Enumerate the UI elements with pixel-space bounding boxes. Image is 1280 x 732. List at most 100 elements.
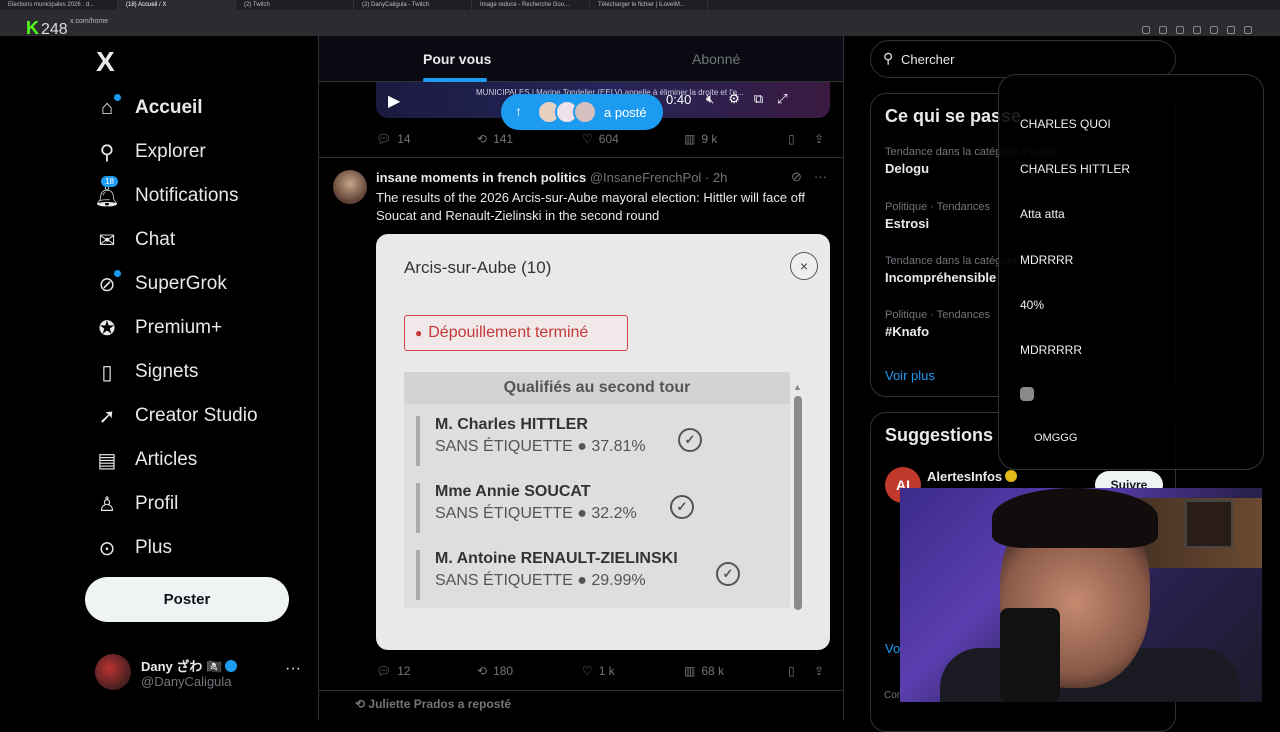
nav-label: Creator Studio bbox=[135, 405, 258, 426]
browser-tab[interactable]: (2) DanyCaligula - Twitch bbox=[354, 0, 472, 10]
account-handle: @DanyCaligula bbox=[141, 674, 232, 689]
webcam-background bbox=[1185, 500, 1233, 548]
card-title: Arcis-sur-Aube (10) bbox=[404, 258, 552, 277]
nav-item-plus[interactable]: ⊙ Plus bbox=[95, 526, 315, 570]
nav-label: Notifications bbox=[135, 185, 239, 206]
check-icon: ✓ bbox=[678, 428, 702, 452]
grok-icon[interactable]: ⊘ bbox=[791, 169, 802, 185]
extension-icon[interactable] bbox=[1210, 26, 1218, 34]
scroll-up-icon[interactable]: ▲ bbox=[793, 382, 802, 392]
nav-label: Premium+ bbox=[135, 317, 223, 338]
browser-tab[interactable]: (2) Twitch bbox=[236, 0, 354, 10]
nav-item-chat[interactable]: ✉ Chat bbox=[95, 218, 315, 262]
like-button[interactable]: ♡ 1 k bbox=[582, 664, 615, 678]
star-icon[interactable] bbox=[1176, 26, 1184, 34]
share-icon[interactable]: ⇪ bbox=[814, 664, 824, 678]
new-posts-pill[interactable]: ↑ a posté bbox=[501, 94, 663, 130]
nav-item-accueil[interactable]: ⌂ Accueil bbox=[95, 86, 315, 130]
fullscreen-icon[interactable]: ⤢ bbox=[777, 91, 787, 107]
retweet-button[interactable]: ⟲ 141 bbox=[477, 132, 513, 146]
nav-item-premium[interactable]: ✪ Premium+ bbox=[95, 306, 315, 350]
browser-tab[interactable]: Télécharger le fichier | iLoveIM... bbox=[590, 0, 708, 10]
browser-tab-active[interactable]: (18) Accueil / X bbox=[118, 0, 236, 10]
browser-tab[interactable]: Elections municipales 2026 : d... bbox=[0, 0, 118, 10]
browser-urlbar: x.com/home bbox=[0, 10, 1280, 36]
suggestion-name[interactable]: AlertesInfos bbox=[927, 469, 1018, 484]
address-bar[interactable]: x.com/home bbox=[70, 18, 108, 25]
reply-button[interactable]: 💬︎ 12 bbox=[376, 664, 411, 678]
like-button[interactable]: ♡ 604 bbox=[582, 132, 619, 146]
nav-item-notifications[interactable]: 🔔︎ 18 Notifications bbox=[94, 174, 315, 218]
tab-abonne[interactable]: Abonné bbox=[692, 51, 740, 67]
reply-count: 14 bbox=[397, 132, 411, 146]
avatar bbox=[95, 654, 131, 690]
more-icon[interactable]: ··· bbox=[814, 169, 827, 185]
mute-icon[interactable]: 🔇︎ bbox=[706, 91, 714, 107]
browser-tab[interactable]: Image reduce - Recherche Goo... bbox=[472, 0, 590, 10]
divider bbox=[319, 690, 843, 691]
extension-icon[interactable] bbox=[1142, 26, 1150, 34]
search-icon: ⚲ bbox=[883, 50, 894, 66]
tweet-time[interactable]: · 2h bbox=[705, 170, 727, 185]
status-label: Dépouillement terminé bbox=[428, 324, 589, 341]
extension-icon[interactable] bbox=[1193, 26, 1201, 34]
chat-message: MDRRRRR bbox=[1020, 343, 1082, 357]
candidate-row: Mme Annie SOUCAT SANS ÉTIQUETTE ● 32.2% … bbox=[416, 483, 756, 533]
browser-toolbar-icons bbox=[1142, 26, 1252, 34]
verified-badge-icon bbox=[1005, 470, 1018, 482]
candidate-row: M. Charles HITTLER SANS ÉTIQUETTE ● 37.8… bbox=[416, 416, 756, 466]
retweet-button[interactable]: ⟲ 180 bbox=[477, 664, 513, 678]
chat-message: CHARLES HITTLER bbox=[1020, 162, 1131, 176]
share-icon[interactable]: ⇪ bbox=[814, 132, 824, 146]
nav-item-profil[interactable]: ♙ Profil bbox=[95, 482, 315, 526]
tweet-author-handle[interactable]: @InsaneFrenchPol bbox=[590, 170, 701, 185]
extension-icon[interactable] bbox=[1159, 26, 1167, 34]
like-count: 604 bbox=[598, 132, 619, 146]
kick-logo: K bbox=[26, 18, 39, 38]
views-button[interactable]: ▥ 9 k bbox=[684, 132, 717, 146]
nav-label: Accueil bbox=[135, 97, 203, 118]
settings-icon[interactable]: ⚙ bbox=[728, 91, 740, 107]
reply-button[interactable]: 💬︎ 14 bbox=[376, 132, 411, 146]
tab-pour-vous[interactable]: Pour vous bbox=[423, 51, 491, 67]
nav-item-explorer[interactable]: ⚲ Explorer bbox=[95, 130, 315, 174]
search-input[interactable]: ⚲ Chercher bbox=[870, 40, 1176, 78]
tweet-top-actions: ⊘ ··· bbox=[791, 169, 827, 185]
tweet-actions: 💬︎ 12 ⟲ 180 ♡ 1 k ▥ 68 k ▯ ⇪ bbox=[376, 662, 830, 682]
nav-item-signets[interactable]: ▯ Signets bbox=[95, 350, 315, 394]
rocket-icon: ➚ bbox=[98, 405, 116, 428]
chat-message: MDRRRR bbox=[1020, 253, 1074, 267]
nav-label: Signets bbox=[135, 361, 199, 382]
more-icon[interactable]: ··· bbox=[285, 660, 301, 678]
nav-label: SuperGrok bbox=[135, 273, 227, 294]
bookmark-icon[interactable]: ▯ bbox=[788, 664, 795, 678]
results-title: Qualifiés au second tour bbox=[404, 372, 790, 404]
chat-message: OMGGG bbox=[1034, 432, 1078, 444]
extension-icon[interactable] bbox=[1227, 26, 1235, 34]
viewer-count: 248 bbox=[41, 21, 68, 38]
retweet-icon: ⟲ bbox=[355, 697, 369, 711]
nav-label: Explorer bbox=[135, 141, 206, 162]
account-switcher[interactable]: Dany ざわ 🏴‍☠️ @DanyCaligula ··· bbox=[95, 654, 305, 694]
scroll-thumb[interactable] bbox=[794, 396, 802, 610]
trends-see-more-link[interactable]: Voir plus bbox=[885, 368, 935, 383]
nav-item-creator-studio[interactable]: ➚ Creator Studio bbox=[95, 394, 315, 438]
arrow-up-icon: ↑ bbox=[515, 103, 522, 119]
menu-icon[interactable] bbox=[1244, 26, 1252, 34]
close-icon: × bbox=[790, 252, 818, 280]
tweet-author-name[interactable]: insane moments in french politics bbox=[376, 170, 586, 185]
bookmark-icon[interactable]: ▯ bbox=[788, 132, 795, 146]
x-logo[interactable]: X bbox=[96, 46, 115, 78]
account-name-text: Dany ざわ 🏴‍☠️ bbox=[141, 659, 223, 674]
retweet-context[interactable]: ⟲ Juliette Prados a reposté bbox=[355, 697, 511, 711]
post-button[interactable]: Poster bbox=[85, 577, 289, 622]
results-scrollbar[interactable]: ▲ bbox=[793, 382, 803, 612]
nav-item-articles[interactable]: ▤ Articles bbox=[95, 438, 315, 482]
nav-item-supergrok[interactable]: ⊘ SuperGrok bbox=[95, 262, 315, 306]
account-name: Dany ざわ 🏴‍☠️ bbox=[141, 656, 238, 675]
views-button[interactable]: ▥ 68 k bbox=[684, 664, 724, 678]
avatar[interactable] bbox=[333, 170, 367, 204]
tweet-image[interactable]: Arcis-sur-Aube (10) × ● Dépouillement ter… bbox=[376, 234, 830, 650]
play-icon[interactable]: ▶ bbox=[388, 91, 400, 111]
popout-icon[interactable]: ⧉ bbox=[754, 91, 763, 107]
